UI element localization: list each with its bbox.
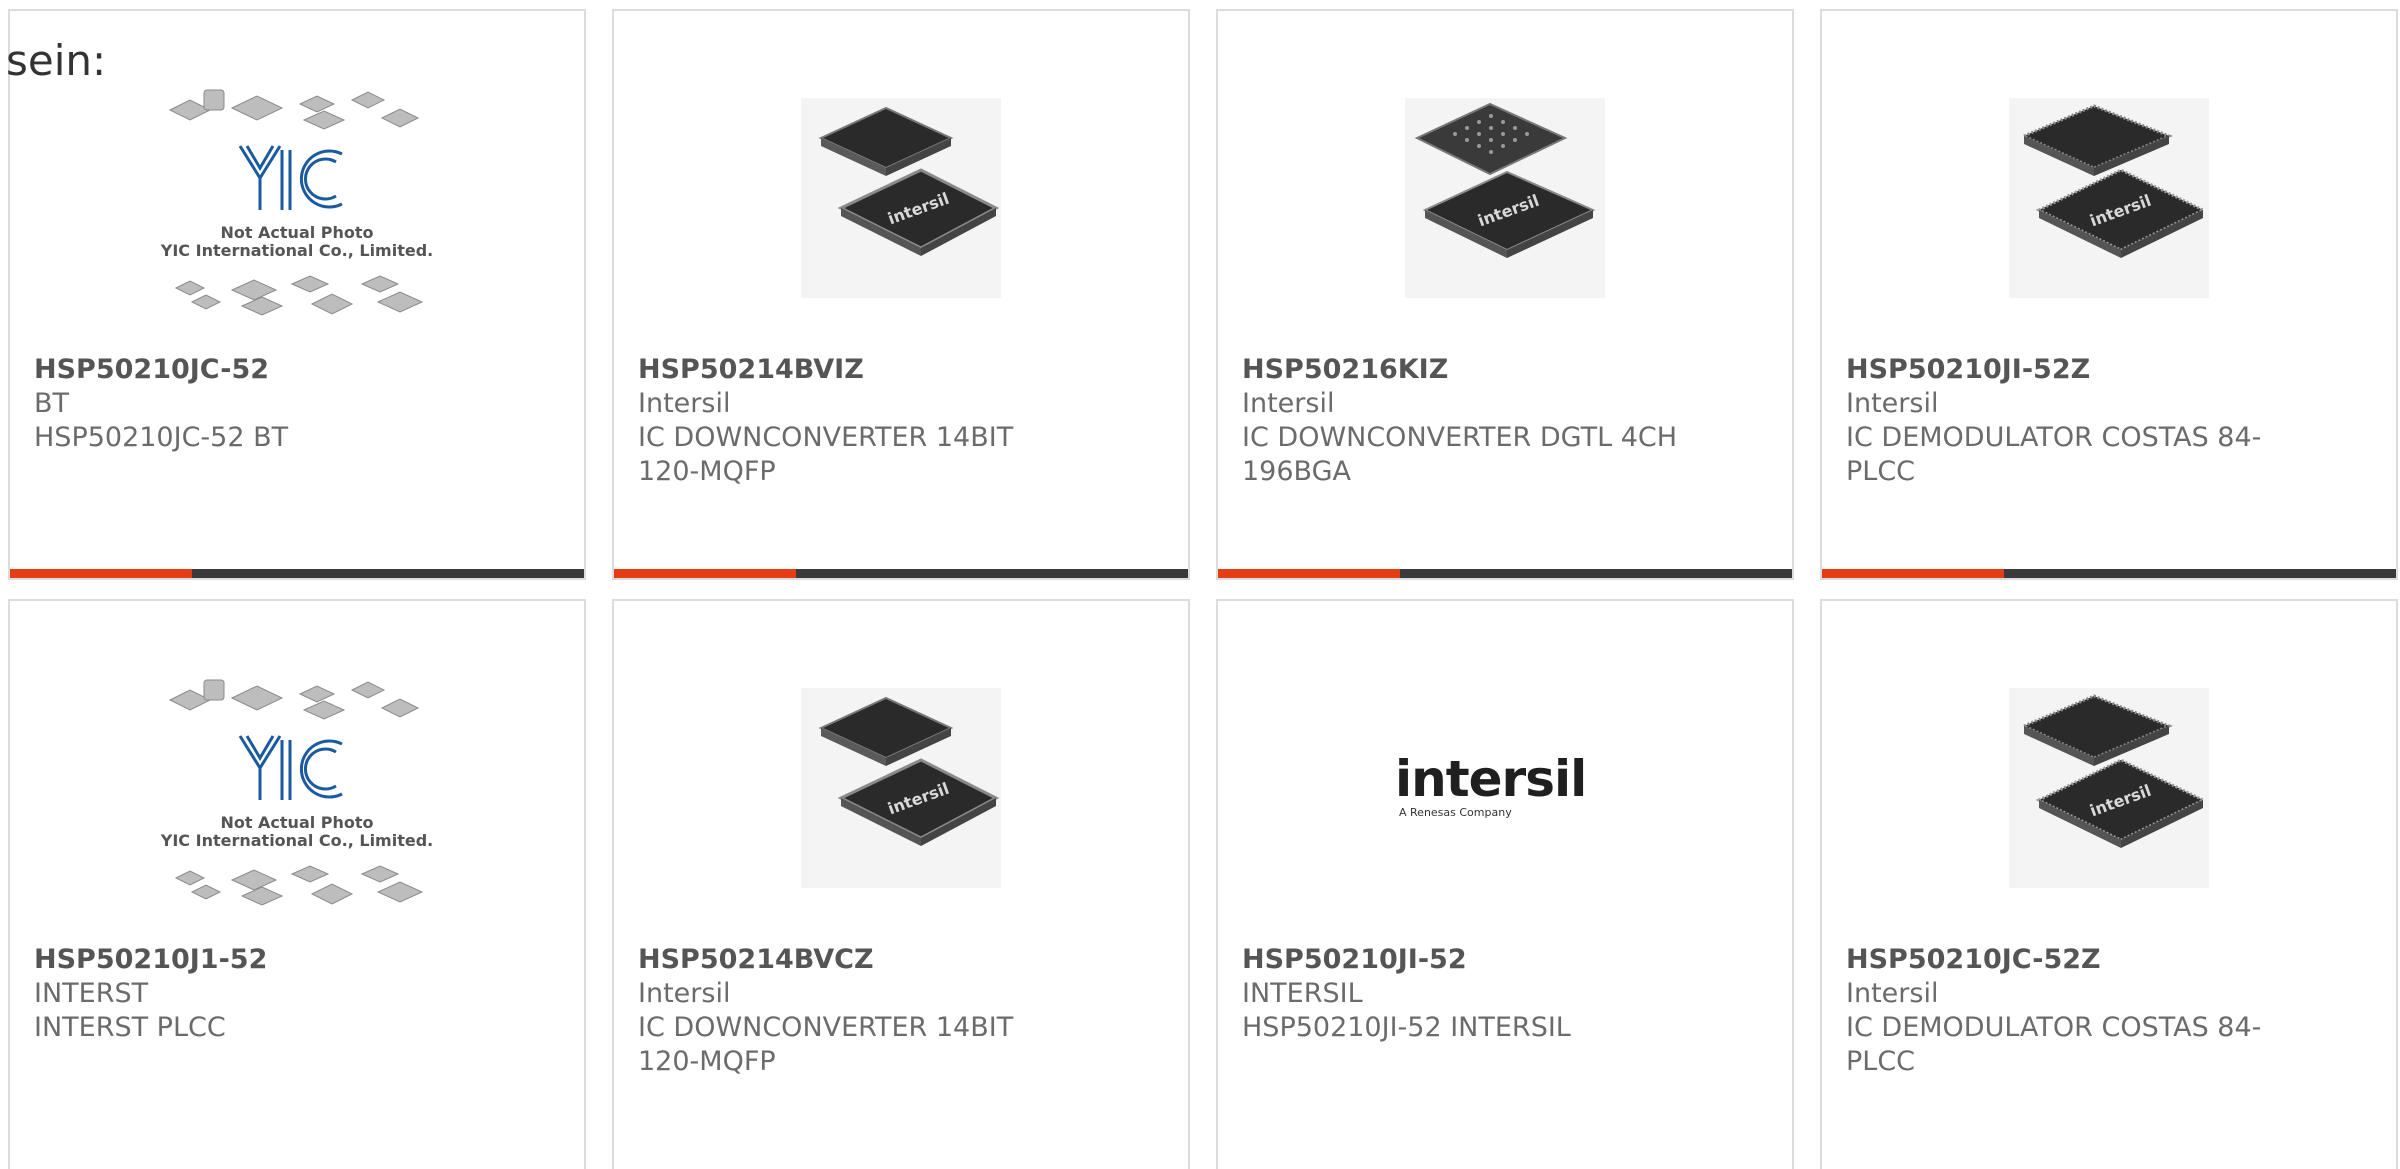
product-image: intersil (614, 83, 1188, 313)
product-description: IC DEMODULATOR COSTAS 84-PLCC (1846, 422, 2262, 487)
intersil-logo-text: intersil (1395, 750, 1586, 808)
manufacturer: Intersil (1846, 388, 1939, 419)
card-accent (10, 569, 192, 578)
product-card[interactable]: intersil HSP50216KIZ Intersil IC DOWNCON… (1216, 9, 1794, 580)
product-card[interactable]: intersil HSP50214BVIZ Intersil IC DOWNCO… (612, 9, 1190, 580)
card-bottom-bar (1822, 569, 2396, 578)
svg-text:YIC International Co., Limited: YIC International Co., Limited. (160, 241, 433, 260)
card-bottom-bar (614, 569, 1188, 578)
product-card[interactable]: Not Actual Photo YIC International Co., … (8, 599, 586, 1169)
product-image: intersil (1218, 83, 1792, 313)
product-info: HSP50210JI-52Z Intersil IC DEMODULATOR C… (1846, 353, 2372, 489)
intersil-logo-tagline: A Renesas Company (1399, 806, 1512, 819)
card-bottom-bar (1218, 569, 1792, 578)
product-card[interactable]: intersil HSP50214BVCZ Intersil IC DOWNCO… (612, 599, 1190, 1169)
part-number: HSP50216KIZ (1242, 354, 1449, 385)
product-description: IC DOWNCONVERTER 14BIT 120-MQFP (638, 1012, 1014, 1077)
card-accent (614, 569, 796, 578)
product-info: HSP50210J1-52 INTERST INTERST PLCC (34, 943, 560, 1045)
part-number: HSP50210JC-52Z (1846, 944, 2101, 975)
manufacturer: Intersil (638, 978, 731, 1009)
product-image: intersil (1822, 83, 2396, 313)
part-number: HSP50210JC-52 (34, 354, 270, 385)
product-info: HSP50214BVCZ Intersil IC DOWNCONVERTER 1… (638, 943, 1164, 1079)
card-bottom-bar (10, 569, 584, 578)
product-description: INTERST PLCC (34, 1012, 226, 1043)
part-number: HSP50210J1-52 (34, 944, 268, 975)
manufacturer: BT (34, 388, 70, 419)
card-accent (1822, 569, 2004, 578)
product-image: intersil (1822, 673, 2396, 903)
manufacturer: INTERST (34, 978, 149, 1009)
manufacturer: Intersil (638, 388, 731, 419)
product-info: HSP50210JI-52 INTERSIL HSP50210JI-52 INT… (1242, 943, 1768, 1045)
section-heading: sein: (6, 36, 107, 85)
product-description: HSP50210JI-52 INTERSIL (1242, 1012, 1571, 1043)
product-image: intersil (614, 673, 1188, 903)
part-number: HSP50210JI-52 (1242, 944, 1467, 975)
product-description: IC DEMODULATOR COSTAS 84-PLCC (1846, 1012, 2262, 1077)
product-description: IC DOWNCONVERTER 14BIT 120-MQFP (638, 422, 1014, 487)
part-number: HSP50214BVCZ (638, 944, 874, 975)
product-card[interactable]: Not Actual Photo YIC International Co., … (8, 9, 586, 580)
product-card[interactable]: intersil HSP50210JC-52Z Intersil IC DEMO… (1820, 599, 2398, 1169)
manufacturer: Intersil (1242, 388, 1335, 419)
product-image: Not Actual Photo YIC International Co., … (10, 83, 584, 316)
svg-text:YIC International Co., Limited: YIC International Co., Limited. (160, 831, 433, 850)
part-number: HSP50214BVIZ (638, 354, 864, 385)
product-info: HSP50216KIZ Intersil IC DOWNCONVERTER DG… (1242, 353, 1768, 489)
product-info: HSP50210JC-52Z Intersil IC DEMODULATOR C… (1846, 943, 2372, 1079)
product-image: intersil A Renesas Company (1218, 673, 1792, 903)
svg-text:Not Actual Photo: Not Actual Photo (220, 813, 373, 832)
product-info: HSP50214BVIZ Intersil IC DOWNCONVERTER 1… (638, 353, 1164, 489)
product-info: HSP50210JC-52 BT HSP50210JC-52 BT (34, 353, 560, 455)
manufacturer: INTERSIL (1242, 978, 1363, 1009)
product-card[interactable]: intersil A Renesas Company HSP50210JI-52… (1216, 599, 1794, 1169)
product-image: Not Actual Photo YIC International Co., … (10, 673, 584, 906)
product-description: HSP50210JC-52 BT (34, 422, 289, 453)
part-number: HSP50210JI-52Z (1846, 354, 2091, 385)
product-card[interactable]: intersil HSP50210JI-52Z Intersil IC DEMO… (1820, 9, 2398, 580)
svg-text:Not Actual Photo: Not Actual Photo (220, 223, 373, 242)
product-description: IC DOWNCONVERTER DGTL 4CH 196BGA (1242, 422, 1678, 487)
card-accent (1218, 569, 1400, 578)
manufacturer: Intersil (1846, 978, 1939, 1009)
